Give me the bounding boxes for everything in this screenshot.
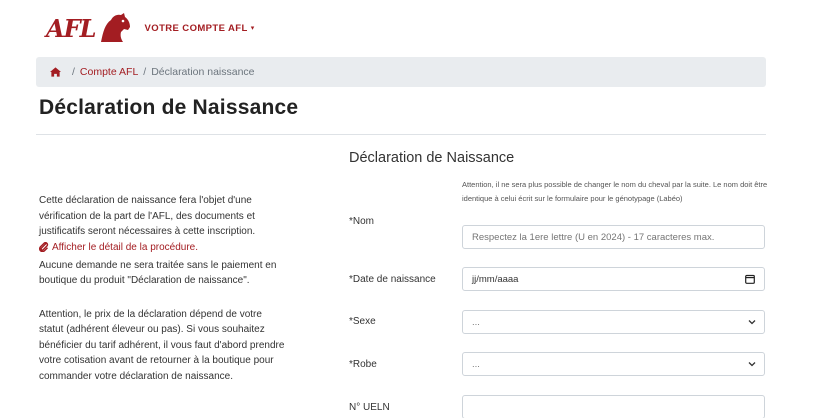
- horse-head-logo-icon: [100, 13, 130, 42]
- breadcrumb: / Compte AFL / Déclaration naissance: [36, 57, 766, 87]
- date-naissance-input[interactable]: jj/mm/aaaa: [462, 267, 765, 291]
- title-divider: [36, 134, 766, 135]
- name-help-text: Attention, il ne sera plus possible de c…: [462, 180, 768, 203]
- chevron-down-icon: [748, 320, 756, 325]
- afl-logo[interactable]: AFL: [46, 12, 131, 44]
- breadcrumb-current: Déclaration naissance: [151, 66, 255, 78]
- robe-value: ...: [472, 358, 480, 370]
- robe-label: *Robe: [349, 359, 377, 370]
- account-menu-dropdown[interactable]: VOTRE COMPTE AFL ▾: [145, 23, 255, 34]
- site-header: AFL VOTRE COMPTE AFL ▾: [46, 10, 255, 46]
- procedure-link[interactable]: Afficher le détail de la procédure.: [39, 240, 198, 256]
- calendar-icon[interactable]: [745, 274, 755, 284]
- procedure-link-label: Afficher le détail de la procédure.: [52, 241, 199, 253]
- page-title: Déclaration de Naissance: [39, 96, 299, 119]
- nom-label: *Nom: [349, 216, 375, 227]
- info-paragraph-2: Attention, le prix de la déclaration dép…: [39, 308, 285, 382]
- nom-input[interactable]: [462, 225, 765, 249]
- ueln-label: N° UELN: [349, 402, 390, 413]
- date-naissance-value: jj/mm/aaaa: [472, 273, 519, 285]
- sexe-select[interactable]: ...: [462, 310, 765, 334]
- date-naissance-label: *Date de naissance: [349, 274, 436, 285]
- account-menu-label: VOTRE COMPTE AFL: [144, 22, 248, 34]
- chevron-down-icon: ▾: [250, 25, 255, 32]
- info-paragraph-1-tail: Aucune demande ne sera traitée sans le p…: [39, 259, 277, 287]
- sexe-label: *Sexe: [349, 316, 376, 327]
- logo-text: AFL: [46, 13, 97, 43]
- sexe-value: ...: [472, 316, 480, 328]
- form-title: Déclaration de Naissance: [349, 150, 515, 166]
- procedure-link-row: Afficher le détail de la procédure.: [39, 240, 289, 258]
- paperclip-icon: [39, 242, 49, 253]
- page: AFL VOTRE COMPTE AFL ▾ / Compte AFL / Dé…: [0, 0, 813, 418]
- info-column: Cette déclaration de naissance fera l'ob…: [39, 193, 289, 384]
- breadcrumb-separator: /: [72, 66, 75, 78]
- home-icon[interactable]: [50, 67, 61, 77]
- breadcrumb-compte-afl[interactable]: Compte AFL: [80, 66, 138, 78]
- chevron-down-icon: [748, 362, 756, 367]
- breadcrumb-separator: /: [143, 66, 147, 78]
- robe-select[interactable]: ...: [462, 352, 765, 376]
- ueln-input[interactable]: [462, 395, 765, 418]
- info-paragraph-1: Cette déclaration de naissance fera l'ob…: [39, 195, 256, 237]
